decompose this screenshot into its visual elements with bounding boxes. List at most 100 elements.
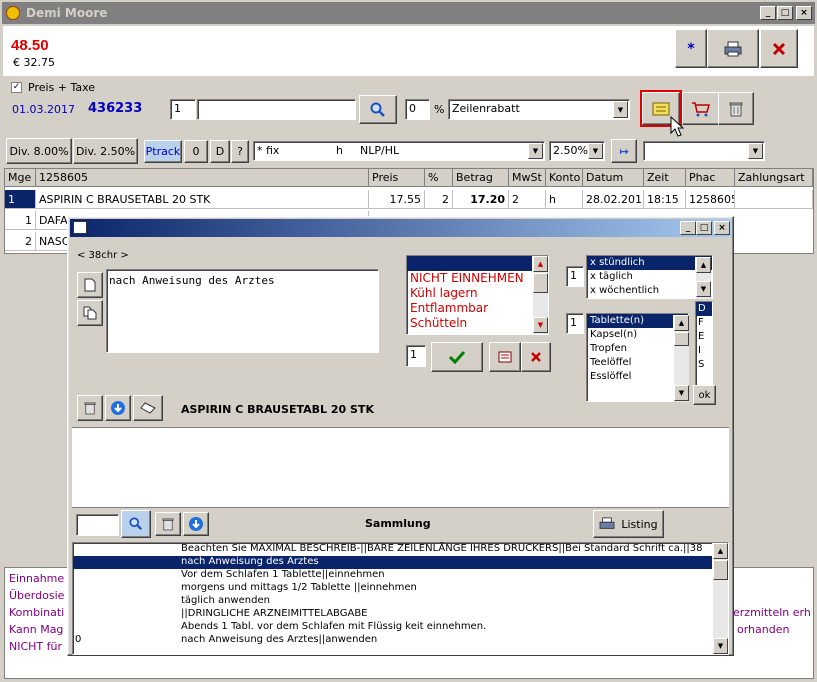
scroll-down-icon[interactable]: ▼ (674, 385, 689, 401)
collection-search-button[interactable] (121, 510, 151, 538)
ptrack-button[interactable]: Ptrack (144, 140, 182, 163)
dialog-close-button[interactable]: × (714, 221, 730, 235)
scroll-thumb[interactable] (713, 560, 728, 580)
warnings-list[interactable]: NICHT EINNEHMEN Kühl lagern Entflammbar … (406, 255, 549, 335)
div-8-button[interactable]: Div. 8.00% (6, 138, 72, 164)
percent-input[interactable]: 0 (405, 99, 430, 120)
warn-qty-input[interactable]: 1 (406, 345, 426, 367)
dialog-maximize-button[interactable]: □ (696, 221, 712, 235)
dialog-minimize-button[interactable]: _ (680, 221, 696, 235)
list-item[interactable]: 0 nach Anweisung des Arztes||anwenden (73, 634, 712, 647)
frequency-item[interactable]: x wöchentlich (587, 284, 712, 298)
col-header-zahlungsart[interactable]: Zahlungsart (735, 169, 813, 187)
label-textarea[interactable]: nach Anweisung des Arztes (106, 269, 379, 353)
warning-item[interactable] (407, 256, 548, 271)
dialog-delete-button[interactable] (77, 395, 103, 421)
scroll-down-icon[interactable]: ▼ (696, 281, 711, 297)
col-header-percent[interactable]: % (425, 169, 453, 187)
collection-list[interactable]: Beachten Sie MAXIMAL BESCHREIB-||BARE ZE… (72, 542, 729, 655)
jump-button[interactable]: ↦ (611, 139, 637, 163)
listing-button[interactable]: Listing (593, 510, 664, 538)
language-item[interactable]: F (696, 316, 712, 330)
col-header-article[interactable]: 1258605 (36, 169, 369, 187)
scroll-up-icon[interactable]: ▲ (533, 256, 548, 272)
scroll-thumb[interactable] (674, 332, 689, 346)
col-header-preis[interactable]: Preis (369, 169, 425, 187)
dialog-cancel-button[interactable] (521, 342, 551, 372)
scroll-thumb[interactable] (533, 273, 548, 293)
list-item[interactable]: täglich anwenden (73, 595, 712, 608)
list-item[interactable]: Beachten Sie MAXIMAL BESCHREIB-||BARE ZE… (73, 543, 712, 556)
list-item[interactable]: morgens und mittags 1/2 Tablette ||einne… (73, 582, 712, 595)
product-name: ASPIRIN C BRAUSETABL 20 STK (181, 403, 374, 416)
language-item[interactable]: D (696, 302, 712, 316)
help-button[interactable]: ? (231, 140, 249, 163)
form-qty-input[interactable]: 1 (566, 313, 584, 334)
fix-select[interactable]: * fix h NLP/HL ▼ (253, 141, 545, 161)
print-button[interactable] (707, 29, 759, 68)
warning-item[interactable]: Schütteln (407, 316, 548, 331)
delete-button[interactable] (718, 92, 754, 125)
zero-button[interactable]: 0 (184, 140, 208, 163)
col-header-konto[interactable]: Konto (546, 169, 583, 187)
language-item[interactable]: I (696, 344, 712, 358)
language-item[interactable]: S (696, 358, 712, 372)
col-header-mwst[interactable]: MwSt (509, 169, 546, 187)
receipt-small-button[interactable] (489, 342, 521, 372)
language-list[interactable]: D F E I S (695, 301, 713, 387)
col-header-zeit[interactable]: Zeit (644, 169, 686, 187)
collection-search-input[interactable] (76, 514, 119, 536)
new-doc-button[interactable] (77, 272, 103, 298)
warning-item[interactable]: Entflammbar (407, 301, 548, 316)
qty-input[interactable]: 1 (170, 99, 196, 120)
ok-button[interactable]: ok (693, 385, 716, 405)
scrollbar[interactable]: ▲ ▼ (532, 256, 548, 334)
scroll-up-icon[interactable]: ▲ (713, 543, 728, 559)
scroll-down-icon[interactable]: ▼ (533, 317, 548, 333)
download-button[interactable] (105, 395, 131, 421)
star-button[interactable]: * (675, 29, 707, 68)
d-button[interactable]: D (210, 140, 230, 163)
right-select[interactable]: ▼ (643, 141, 765, 161)
confirm-button[interactable] (431, 342, 483, 372)
cart-button[interactable] (682, 92, 720, 125)
scrollbar[interactable]: ▲ ▼ (695, 257, 711, 299)
col-header-betrag[interactable]: Betrag (453, 169, 509, 187)
scroll-up-icon[interactable]: ▲ (674, 315, 689, 331)
document-icon (84, 278, 96, 292)
freq-qty-input[interactable]: 1 (566, 266, 584, 287)
cell-zahlungsart (735, 190, 813, 209)
col-header-phac[interactable]: Phac (686, 169, 735, 187)
div-2-button[interactable]: Div. 2.50% (73, 138, 138, 164)
list-item[interactable]: Abends 1 Tabl. vor dem Schlafen mit Flüs… (73, 621, 712, 634)
table-row[interactable]: 1 ASPIRIN C BRAUSETABL 20 STK 17.55 2 17… (5, 190, 813, 209)
collection-download-button[interactable] (183, 512, 209, 536)
scroll-up-icon[interactable]: ▲ (696, 257, 711, 273)
language-item[interactable]: E (696, 330, 712, 344)
scrollbar[interactable]: ▲ ▼ (712, 543, 728, 654)
article-input[interactable] (197, 99, 356, 120)
maximize-button[interactable]: □ (777, 6, 793, 20)
collection-delete-button[interactable] (155, 512, 181, 536)
list-item[interactable]: Vor dem Schlafen 1 Tablette||einnehmen (73, 569, 712, 582)
col-header-mge[interactable]: Mge (5, 169, 36, 187)
list-item[interactable]: nach Anweisung des Arztes (73, 556, 712, 569)
cancel-button[interactable] (760, 29, 798, 68)
scrollbar[interactable]: ▲ ▼ (673, 315, 689, 402)
close-button[interactable]: × (796, 6, 812, 20)
warning-item[interactable]: NICHT EINNEHMEN (407, 271, 548, 286)
eraser-button[interactable] (133, 395, 163, 421)
frequency-list[interactable]: x stündlich x täglich x wöchentlich (586, 255, 713, 299)
frequency-item[interactable]: x stündlich (587, 256, 712, 270)
frequency-item[interactable]: x täglich (587, 270, 712, 284)
search-button[interactable] (359, 95, 397, 124)
minimize-button[interactable]: _ (760, 6, 776, 20)
scroll-down-icon[interactable]: ▼ (713, 638, 728, 654)
preis-checkbox[interactable]: ✓ (11, 82, 22, 93)
warning-item[interactable]: Kühl lagern (407, 286, 548, 301)
col-header-datum[interactable]: Datum (583, 169, 644, 187)
list-item[interactable]: ||DRINGLICHE ARZNEIMITTELABGABE (73, 608, 712, 621)
discount-select[interactable]: Zeilenrabatt ▼ (448, 99, 630, 120)
copy-doc-button[interactable] (77, 300, 103, 326)
vat-select[interactable]: 2.50% ▼ (549, 141, 605, 161)
